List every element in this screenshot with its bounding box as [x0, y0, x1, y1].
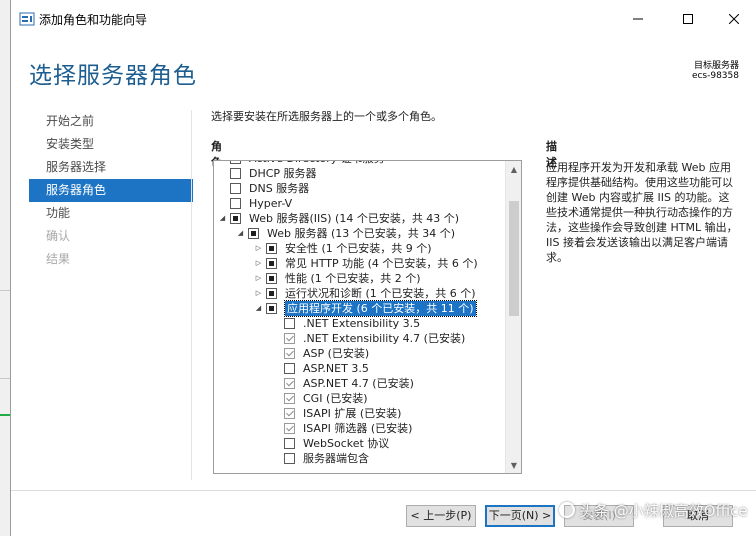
- watermark-text: 头条 @小辣椒高效Office: [579, 502, 748, 520]
- nav-step-item[interactable]: 服务器角色: [29, 179, 193, 202]
- maximize-icon: [683, 14, 693, 24]
- role-label[interactable]: 常见 HTTP 功能 (4 个已安装，共 6 个): [285, 256, 478, 271]
- watermark-logo-icon: [559, 502, 575, 518]
- expand-arrow-icon[interactable]: ▷: [254, 271, 263, 286]
- background-divider: [0, 378, 10, 379]
- role-label[interactable]: DNS 服务器: [249, 181, 309, 196]
- nav-step-item: 结果: [46, 252, 71, 266]
- target-server-label: 目标服务器: [693, 61, 739, 71]
- role-checkbox[interactable]: [230, 168, 241, 179]
- expand-arrow-icon[interactable]: ▷: [254, 256, 263, 271]
- close-button[interactable]: [711, 0, 756, 38]
- next-button[interactable]: 下一页(N) >: [485, 505, 555, 527]
- role-label[interactable]: 运行状况和诊断 (1 个已安装，共 6 个): [285, 286, 476, 301]
- role-label[interactable]: Hyper-V: [249, 196, 292, 211]
- server-manager-icon: [19, 12, 35, 26]
- role-label[interactable]: CGI (已安装): [303, 391, 368, 406]
- role-checkbox[interactable]: [230, 161, 241, 164]
- role-label[interactable]: Web 服务器(IIS) (14 个已安装，共 43 个): [249, 211, 459, 226]
- page-title: 选择服务器角色: [29, 63, 197, 89]
- background-accent-line: [0, 414, 10, 416]
- title-bar: 添加角色和功能向导: [11, 0, 756, 38]
- role-label[interactable]: 应用程序开发 (6 个已安装，共 11 个): [284, 300, 477, 317]
- maximize-button[interactable]: [665, 0, 711, 38]
- roles-tree[interactable]: Active Directory 证书服务DHCP 服务器DNS 服务器Hype…: [213, 160, 522, 474]
- window-title: 添加角色和功能向导: [39, 13, 148, 27]
- role-checkbox[interactable]: [284, 453, 295, 464]
- watermark: 头条 @小辣椒高效Office: [559, 500, 748, 521]
- nav-step-item: 确认: [46, 229, 71, 243]
- role-checkbox[interactable]: [266, 288, 277, 299]
- previous-button[interactable]: < 上一步(P): [406, 505, 476, 527]
- target-server-name: ecs-98358: [691, 71, 739, 81]
- instruction-text: 选择要安装在所选服务器上的一个或多个角色。: [211, 110, 442, 123]
- role-label[interactable]: 安全性 (1 个已安装，共 9 个): [285, 241, 432, 256]
- role-checkbox[interactable]: [284, 393, 295, 404]
- description-text: 应用程序开发为开发和承载 Web 应用程序提供基础结构。使用这些功能可以创建 W…: [546, 161, 738, 264]
- background-window-edge: [0, 0, 10, 536]
- role-checkbox[interactable]: [230, 213, 241, 224]
- role-checkbox[interactable]: [266, 303, 277, 314]
- role-checkbox[interactable]: [284, 438, 295, 449]
- role-checkbox[interactable]: [248, 228, 259, 239]
- role-label[interactable]: 性能 (1 个已安装，共 2 个): [285, 271, 421, 286]
- role-label[interactable]: ISAPI 筛选器 (已安装): [303, 421, 412, 436]
- role-checkbox[interactable]: [266, 273, 277, 284]
- expand-arrow-icon[interactable]: ▷: [254, 286, 263, 301]
- expand-arrow-icon[interactable]: ▷: [254, 241, 263, 256]
- nav-step-item[interactable]: 开始之前: [29, 110, 193, 133]
- role-label[interactable]: .NET Extensibility 3.5: [303, 316, 420, 331]
- collapse-arrow-icon[interactable]: ◢: [254, 301, 263, 316]
- role-label[interactable]: WebSocket 协议: [303, 436, 389, 451]
- nav-step-item[interactable]: 服务器选择: [29, 156, 193, 179]
- role-checkbox[interactable]: [284, 363, 295, 374]
- role-label[interactable]: 服务器端包含: [303, 451, 369, 466]
- nav-step-item[interactable]: 功能: [29, 202, 193, 225]
- nav-step-item[interactable]: 安装类型: [29, 133, 193, 156]
- footer-divider: [11, 490, 756, 491]
- role-checkbox[interactable]: [266, 258, 277, 269]
- collapse-arrow-icon[interactable]: ◢: [218, 211, 227, 226]
- background-divider: [0, 290, 10, 291]
- minimize-icon: [633, 18, 643, 20]
- scroll-thumb[interactable]: [509, 201, 519, 316]
- role-checkbox[interactable]: [284, 408, 295, 419]
- wizard-steps-nav: 开始之前 安装类型 服务器选择 服务器角色 功能确认结果: [29, 110, 193, 271]
- role-checkbox[interactable]: [284, 348, 295, 359]
- role-label[interactable]: ASP.NET 4.7 (已安装): [303, 376, 414, 391]
- wizard-header: 选择服务器角色 目标服务器 ecs-98358: [11, 38, 756, 102]
- role-label[interactable]: ASP.NET 3.5: [303, 361, 369, 376]
- scroll-down-icon[interactable]: ▼: [506, 457, 521, 473]
- role-checkbox[interactable]: [284, 378, 295, 389]
- role-label[interactable]: Web 服务器 (13 个已安装，共 34 个): [267, 226, 455, 241]
- role-checkbox[interactable]: [284, 423, 295, 434]
- vertical-scrollbar[interactable]: ▲ ▼: [505, 161, 521, 473]
- role-checkbox[interactable]: [266, 243, 277, 254]
- collapse-arrow-icon[interactable]: ◢: [236, 226, 245, 241]
- role-label[interactable]: ASP (已安装): [303, 346, 369, 361]
- minimize-button[interactable]: [615, 0, 661, 38]
- role-label[interactable]: ISAPI 扩展 (已安装): [303, 406, 401, 421]
- role-checkbox[interactable]: [230, 183, 241, 194]
- scroll-up-icon[interactable]: ▲: [506, 161, 521, 177]
- wizard-window: 添加角色和功能向导 选择服务器角色 目标服务器 ecs-98358 开始之前 安装…: [10, 0, 756, 536]
- nav-divider: [191, 110, 192, 480]
- roles-tree-content: Active Directory 证书服务DHCP 服务器DNS 服务器Hype…: [214, 161, 505, 473]
- role-checkbox[interactable]: [284, 318, 295, 329]
- role-checkbox[interactable]: [284, 333, 295, 344]
- role-label[interactable]: DHCP 服务器: [249, 166, 317, 181]
- role-label[interactable]: .NET Extensibility 4.7 (已安装): [303, 331, 465, 346]
- close-icon: [729, 14, 739, 24]
- role-checkbox[interactable]: [230, 198, 241, 209]
